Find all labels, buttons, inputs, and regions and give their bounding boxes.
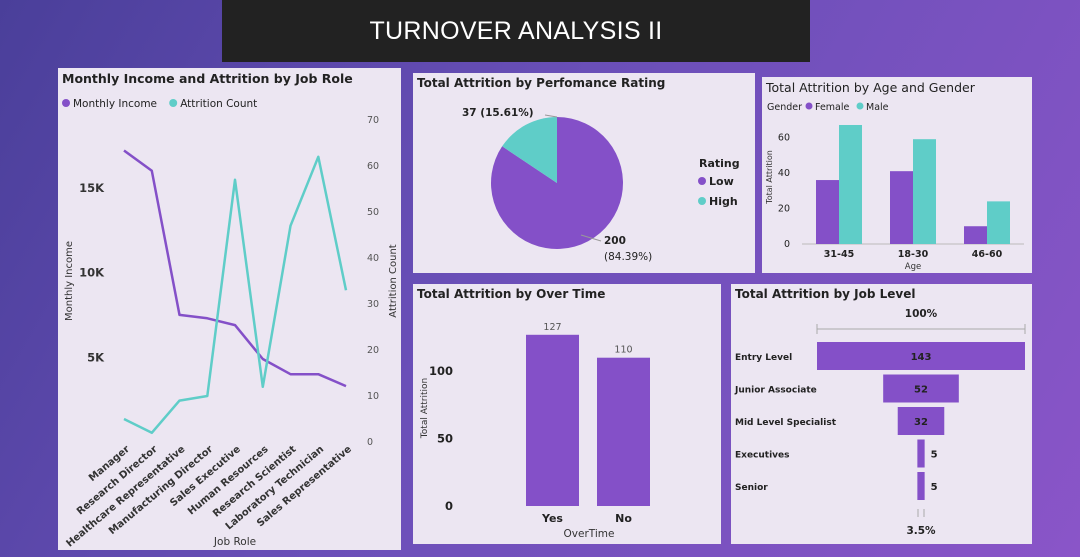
ot-x-tick-no: No [615,512,632,525]
age-x-tick-46-60: 46-60 [972,249,1003,260]
performance-panel[interactable]: Total Attrition by Perfomance Rating 37 … [413,73,755,273]
overtime-panel[interactable]: Total Attrition by Over Time 0 50 100 Total… [413,284,721,544]
funnel-top-label: 100% [905,308,938,320]
pie-legend-label-high: High [709,195,738,208]
ot-x-axis-label: OverTime [564,528,615,540]
x-axis-label: Job Role [213,536,256,548]
funnel-value-executives: 5 [931,450,938,461]
funnel-value-senior: 5 [931,482,938,493]
legend-label-monthly-income: Monthly Income [73,98,157,110]
job-level-panel[interactable]: Total Attrition by Job Level 100% Entry L… [731,284,1032,544]
legend-marker-attrition-count [169,99,178,107]
bar-legend-marker-female [805,102,813,110]
funnel-value-junior-associate: 52 [914,385,928,396]
legend-marker-monthly-income [62,99,70,107]
y2-tick-70: 70 [367,115,379,126]
y-tick-10k: 10K [79,266,105,280]
bar-18-30-female [890,171,913,244]
ot-data-label-no: 110 [614,345,632,356]
funnel-value-mid-level-specialist: 32 [914,417,928,428]
age-x-tick-31-45: 31-45 [824,249,854,260]
age-y-axis-label: Total Attrition [765,150,774,205]
y2-axis-label: Attrition Count [388,244,399,318]
pie-label-high: 37 (15.61%) [462,107,534,119]
ot-y-tick-100: 100 [429,364,453,378]
bar-31-45-male [839,124,862,244]
funnel-category-junior-associate: Junior Associate [734,386,817,396]
funnel-bar-executives [917,439,925,468]
pie-label-low-value: 200 [604,235,626,247]
performance-pie-chart: 37 (15.61%) 200 (84.39%) Rating Low High [462,107,740,263]
age-y-tick-40: 40 [778,168,790,179]
pie-legend-marker-low [698,177,706,185]
bar-legend-marker-male [856,102,864,110]
bar-legend-label-male: Male [866,102,889,113]
age-x-tick-18-30: 18-30 [898,249,929,260]
funnel-bottom-label: 3.5% [906,525,936,537]
y2-tick-30: 30 [367,299,379,310]
age-y-tick-60: 60 [778,132,790,143]
ot-x-tick-yes: Yes [541,512,563,525]
bar-46-60-male [987,201,1010,244]
pie-legend-title: Rating [699,157,740,170]
y-tick-5k: 5K [87,350,105,364]
ot-y-tick-50: 50 [437,432,453,446]
income-attrition-chart: Monthly Income Attrition Count 5K 10K 15K 0 10… [62,98,399,550]
bar-31-45-female [816,180,839,244]
job-level-funnel-chart: 100% Entry Level 143 Junior Associate 52 Mid … [734,308,1026,537]
y2-tick-10: 10 [367,391,379,402]
y-tick-15k: 15K [79,181,105,195]
page-title: TURNOVER ANALYSIS II [222,0,810,62]
age-gender-panel[interactable]: Total Attrition by Age and Gender Gender… [762,77,1032,273]
ot-y-tick-0: 0 [445,499,453,513]
pie-label-low-pct: (84.39%) [604,251,652,263]
ot-bar-no [597,357,650,506]
legend-label-attrition-count: Attrition Count [180,98,257,110]
bar-18-30-male [913,139,936,244]
pie-legend-label-low: Low [709,175,734,188]
pie-leader-high [544,114,558,118]
y-axis-label: Monthly Income [64,241,75,321]
funnel-category-executives: Executives [735,451,790,461]
overtime-bar-chart: 0 50 100Total Attrition 127 Yes 110 NoOverTime [420,322,650,540]
bar-legend-title: Gender [767,102,802,113]
y2-tick-20: 20 [367,345,379,356]
y2-tick-50: 50 [367,207,379,218]
bar-46-60-female [964,226,987,244]
funnel-category-mid-level-specialist: Mid Level Specialist [735,418,837,428]
y2-tick-40: 40 [367,253,379,264]
funnel-value-entry-level: 143 [911,352,932,363]
age-x-axis-label: Age [905,262,921,272]
age-y-tick-0: 0 [784,239,790,250]
ot-data-label-yes: 127 [543,322,561,333]
funnel-category-entry-level: Entry Level [735,353,792,363]
income-attrition-panel[interactable]: Monthly Income and Attrition by Job Role… [58,68,401,550]
ot-bar-yes [526,334,579,506]
funnel-bar-senior [917,472,925,500]
age-y-tick-20: 20 [778,203,790,214]
bar-legend-label-female: Female [815,102,850,113]
y2-tick-0: 0 [367,437,373,448]
pie-legend-marker-high [698,197,706,205]
funnel-category-senior: Senior [735,483,768,493]
x-tick-healthcare-representative: Healthcare Representative [64,444,187,550]
age-gender-bar-chart: Gender Female Male 0 20 40 60 31-45 18-30 46-60 Ag… [765,102,1024,272]
ot-y-axis-label: Total Attrition [420,378,430,439]
y2-tick-60: 60 [367,161,379,172]
